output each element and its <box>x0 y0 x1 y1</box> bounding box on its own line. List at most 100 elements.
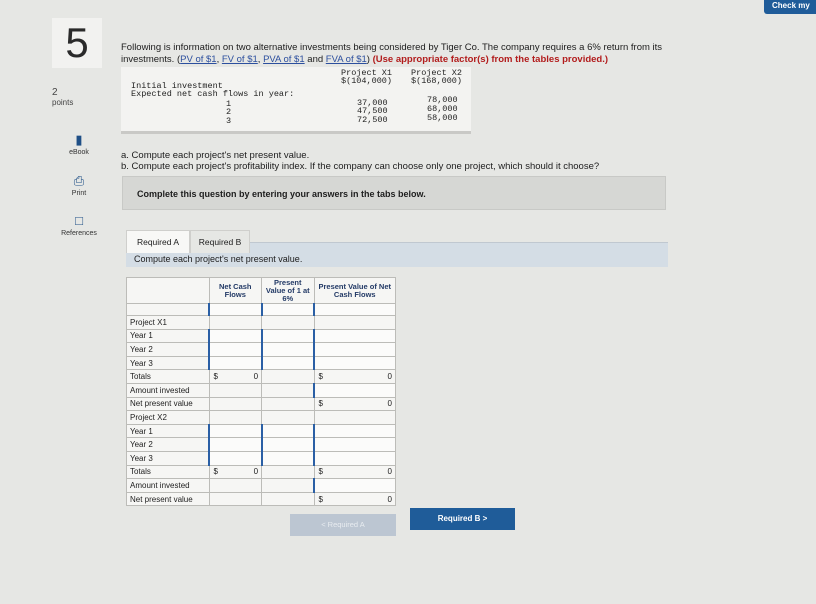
row-label: Totals <box>126 369 210 384</box>
x1-amount-invested-input[interactable] <box>313 382 397 398</box>
ebook-tool[interactable]: ▮ eBook <box>49 132 109 157</box>
row-label: Net present value <box>126 491 210 507</box>
points-info: 2 points <box>52 88 73 108</box>
npv-table: Net Cash Flows Present Value of 1 at 6% … <box>126 277 397 507</box>
blank-input[interactable] <box>313 303 397 316</box>
table-row: Project X1 <box>126 315 397 330</box>
x1-y2-cash-flow-input[interactable] <box>208 342 263 357</box>
table-row: Amount invested <box>126 478 397 493</box>
x2-y2-cash-flow-input[interactable] <box>208 437 263 452</box>
table-row: Year 2 <box>126 342 397 357</box>
initial-x2: $(168,000) <box>411 76 463 86</box>
print-label: Print <box>71 190 87 197</box>
data-table-divider <box>121 131 471 134</box>
x1-npv: $0 <box>313 396 397 412</box>
x2-y3-factor-input[interactable] <box>260 450 315 466</box>
x2-y2-pv-input[interactable] <box>313 437 397 452</box>
references-icon: □ <box>75 213 83 228</box>
cash-flows-label: Expected net cash flows in year: <box>131 89 295 99</box>
year-3: 3 <box>226 116 232 126</box>
print-tool[interactable]: ⎙ Print <box>49 173 109 198</box>
table-row <box>126 303 397 316</box>
x1-total-cash-flows: $0 <box>208 369 263 384</box>
table-row: Net present value $0 <box>126 396 397 412</box>
table-row: Totals $0 $0 <box>126 464 397 480</box>
tab-instruction: Compute each project's net present value… <box>134 254 303 264</box>
table-row: Totals $0 $0 <box>126 369 397 384</box>
header-pv-factor: Present Value of 1 at 6% <box>261 277 315 304</box>
x2-y3-cash-flow-input[interactable] <box>208 450 263 466</box>
row-label: Project X1 <box>126 315 210 330</box>
references-tool[interactable]: □ References <box>49 213 109 238</box>
table-row: Net present value $0 <box>126 491 397 507</box>
x2-year-3: 58,000 <box>427 113 458 123</box>
pv-of-1-link[interactable]: PV of $1 <box>180 54 216 65</box>
table-row: Year 3 <box>126 450 397 466</box>
task-a: a. Compute each project's net present va… <box>121 150 310 161</box>
task-b: b. Compute each project's profitability … <box>121 161 600 172</box>
tab-required-b[interactable]: Required B <box>190 230 250 253</box>
x1-y2-pv-input[interactable] <box>313 342 397 357</box>
x1-y1-factor-input[interactable] <box>260 328 315 344</box>
x1-y1-cash-flow-input[interactable] <box>208 328 263 344</box>
row-label: Year 1 <box>126 328 210 344</box>
table-row: Project X2 <box>126 410 397 425</box>
x2-npv: $0 <box>313 491 397 507</box>
book-icon: ▮ <box>75 132 83 147</box>
fv-of-1-link[interactable]: FV of $1 <box>222 54 258 65</box>
table-row: Year 2 <box>126 437 397 452</box>
x2-y2-factor-input[interactable] <box>260 437 315 452</box>
x2-y1-pv-input[interactable] <box>313 423 397 439</box>
tab-required-a[interactable]: Required A <box>126 230 190 253</box>
x2-y1-cash-flow-input[interactable] <box>208 423 263 439</box>
row-label: Year 1 <box>126 423 210 439</box>
points-label: points <box>52 98 74 107</box>
row-label: Totals <box>126 464 210 480</box>
row-label: Project X2 <box>126 410 210 425</box>
x2-y1-factor-input[interactable] <box>260 423 315 439</box>
x1-y3-pv-input[interactable] <box>313 355 397 371</box>
blank-input[interactable] <box>260 303 315 316</box>
header-net-cash-flows: Net Cash Flows <box>208 277 263 304</box>
x1-year-3: 72,500 <box>357 115 388 125</box>
task-list: a. Compute each project's net present va… <box>121 150 711 172</box>
table-row: Year 3 <box>126 355 397 371</box>
x1-y3-factor-input[interactable] <box>260 355 315 371</box>
row-label: Amount invested <box>126 478 210 493</box>
x2-total-pv: $0 <box>313 464 397 480</box>
check-my-work-button[interactable]: Check my <box>764 0 816 14</box>
table-row: Year 1 <box>126 423 397 439</box>
table-row: Amount invested <box>126 382 397 398</box>
x1-y3-cash-flow-input[interactable] <box>208 355 263 371</box>
row-label: Net present value <box>126 396 210 412</box>
points-value: 2 <box>52 87 58 98</box>
x2-total-cash-flows: $0 <box>208 464 263 480</box>
x2-y3-pv-input[interactable] <box>313 450 397 466</box>
row-label: Year 3 <box>126 355 210 371</box>
row-label: Amount invested <box>126 382 210 398</box>
header-blank <box>126 277 210 304</box>
row-label: Year 3 <box>126 450 210 466</box>
instructions-panel: Complete this question by entering your … <box>122 176 666 210</box>
panel-text: Complete this question by entering your … <box>137 189 426 199</box>
fva-of-1-link[interactable]: FVA of $1 <box>326 54 367 65</box>
ebook-label: eBook <box>69 149 89 156</box>
question-number: 5 <box>52 18 102 68</box>
question-text: Following is information on two alternat… <box>121 42 663 65</box>
table-row: Year 1 <box>126 328 397 344</box>
printer-icon: ⎙ <box>73 173 85 188</box>
x2-amount-invested-input[interactable] <box>313 478 397 493</box>
references-label: References <box>61 230 97 237</box>
pva-of-1-link[interactable]: PVA of $1 <box>263 54 305 65</box>
blank-input[interactable] <box>208 303 263 316</box>
row-label: Year 2 <box>126 342 210 357</box>
factor-instruction: (Use appropriate factor(s) from the tabl… <box>372 54 609 65</box>
x1-total-pv: $0 <box>313 369 397 384</box>
next-required-b-button[interactable]: Required B > <box>410 508 515 530</box>
header-pv-net-cash-flows: Present Value of Net Cash Flows <box>313 277 397 304</box>
initial-x1: $(104,000) <box>341 76 393 86</box>
row-label: Year 2 <box>126 437 210 452</box>
x1-y1-pv-input[interactable] <box>313 328 397 344</box>
x1-y2-factor-input[interactable] <box>260 342 315 357</box>
prev-required-a-button[interactable]: < Required A <box>290 514 396 536</box>
